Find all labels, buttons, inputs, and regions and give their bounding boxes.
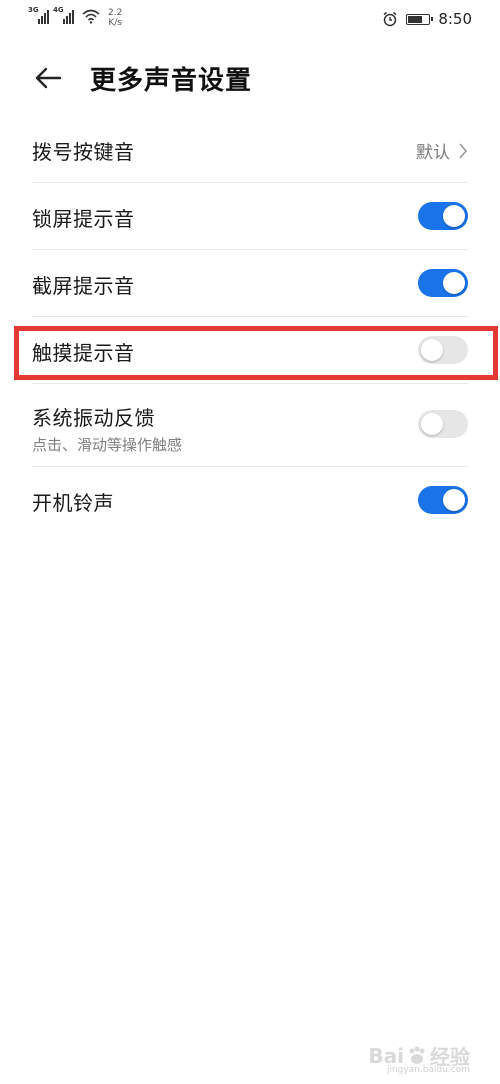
setting-label: 系统振动反馈	[32, 406, 155, 430]
touch-toggle[interactable]	[418, 336, 468, 364]
setting-label: 触摸提示音	[32, 341, 135, 365]
watermark-sub: jingyan.baidu.com	[386, 1065, 470, 1075]
clock-time: 8:50	[438, 10, 472, 28]
battery-icon	[406, 13, 434, 25]
page-title: 更多声音设置	[90, 66, 253, 96]
net-speed: 2.2 K/s	[108, 8, 122, 28]
settings-list: 拨号按键音 默认 锁屏提示音 截屏提示音 触摸提示音 系统振动反馈 点击、滑动等…	[0, 116, 500, 533]
net-speed-value: 2.2	[108, 8, 123, 18]
setting-row-dial-tone[interactable]: 拨号按键音 默认	[32, 116, 468, 183]
wifi-icon	[82, 9, 100, 24]
setting-label: 开机铃声	[32, 491, 114, 515]
app-header: 更多声音设置	[0, 50, 500, 106]
signal-tag: 4G	[53, 6, 64, 14]
paw-icon	[409, 1046, 425, 1064]
arrow-left-icon[interactable]	[32, 62, 64, 94]
boot-ringtone-toggle[interactable]	[418, 486, 468, 514]
setting-row-screenshot: 截屏提示音	[32, 250, 468, 317]
setting-value: 默认	[416, 138, 468, 163]
net-speed-unit: K/s	[108, 18, 122, 28]
setting-label: 拨号按键音	[32, 140, 135, 164]
watermark-brand: Bai	[368, 1043, 404, 1068]
screenshot-toggle[interactable]	[418, 269, 468, 297]
chevron-right-icon	[459, 142, 468, 159]
signal-tag: 3G	[28, 6, 39, 14]
alarm-icon	[383, 11, 397, 27]
signal-icon: 4G	[53, 6, 74, 24]
status-bar: 3G 4G 2.2 K/s 8:50	[0, 0, 500, 38]
setting-row-boot-ringtone: 开机铃声	[32, 467, 468, 533]
vibration-toggle[interactable]	[418, 410, 468, 438]
setting-label: 锁屏提示音	[32, 207, 135, 231]
lock-screen-toggle[interactable]	[418, 202, 468, 230]
signal-icon: 3G	[28, 6, 49, 24]
setting-row-lock-screen: 锁屏提示音	[32, 183, 468, 250]
setting-row-vibration: 系统振动反馈 点击、滑动等操作触感	[32, 384, 468, 467]
status-left: 3G 4G 2.2 K/s	[28, 6, 122, 28]
setting-row-touch: 触摸提示音	[32, 317, 468, 384]
status-right: 8:50	[382, 10, 472, 28]
setting-label: 截屏提示音	[32, 274, 135, 298]
setting-sublabel: 点击、滑动等操作触感	[32, 436, 183, 454]
dial-tone-value: 默认	[416, 143, 450, 163]
watermark: Bai 经验 jingyan.baidu.com	[368, 1041, 470, 1076]
